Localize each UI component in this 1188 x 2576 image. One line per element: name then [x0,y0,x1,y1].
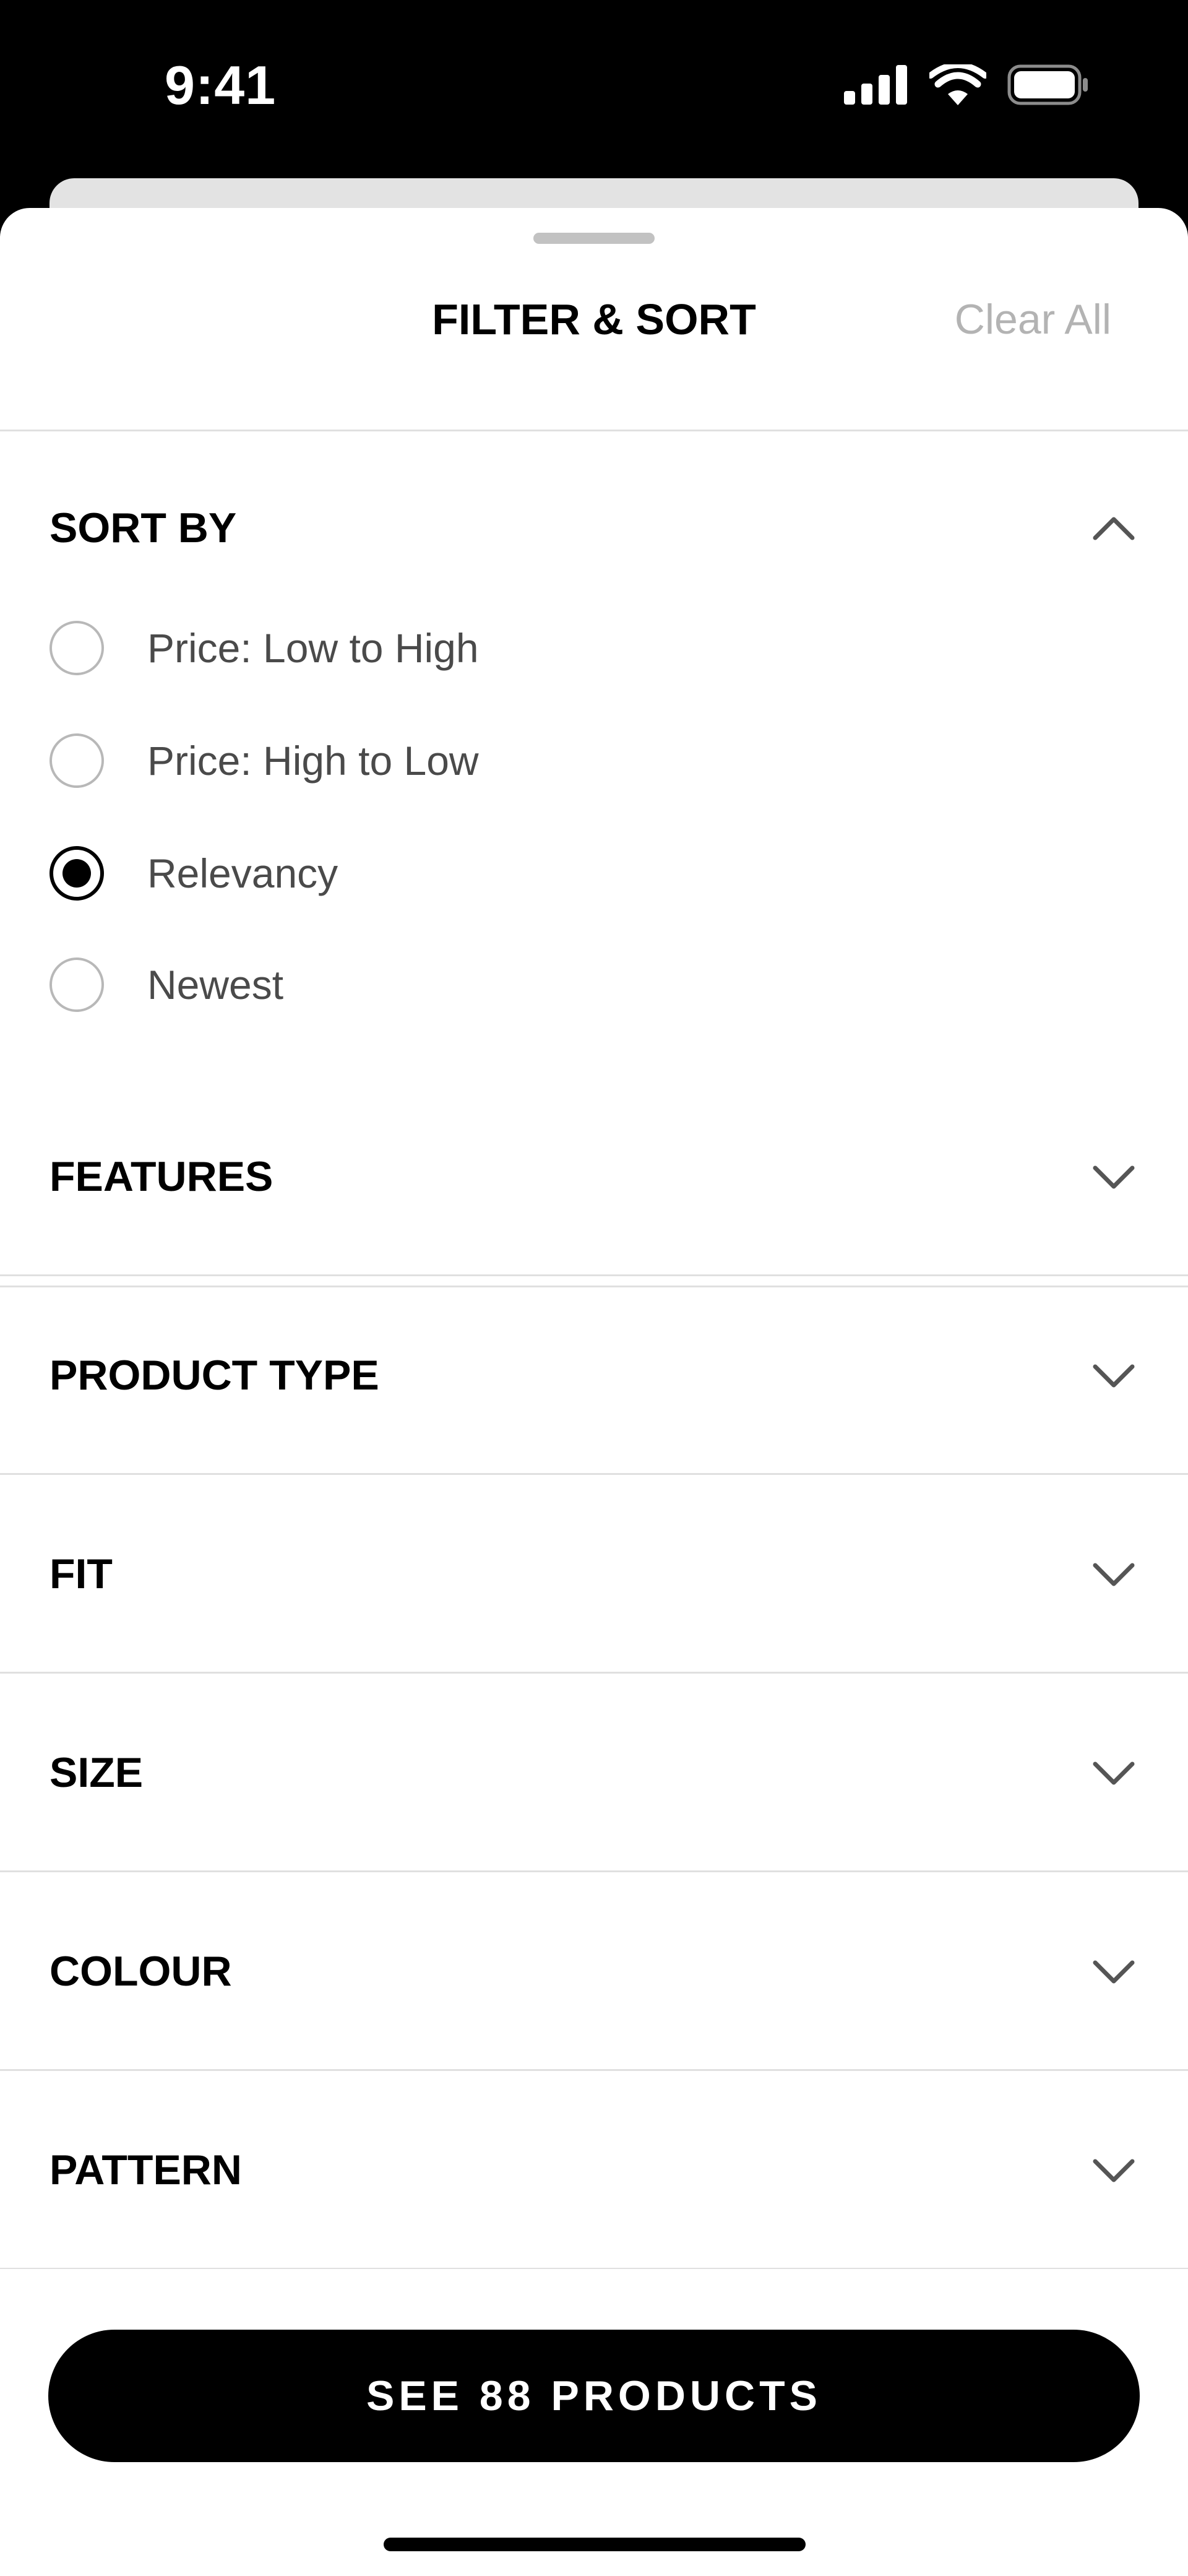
see-products-button[interactable]: SEE 88 PRODUCTS [48,2330,1140,2462]
clear-all-button[interactable]: Clear All [955,288,1111,350]
sheet-header: FILTER & SORT Clear All [0,208,1188,431]
chevron-down-icon [1093,1165,1135,1189]
status-icons [844,62,1089,108]
battery-icon [1007,64,1089,108]
radio-button[interactable] [50,621,104,675]
radio-button[interactable] [50,957,104,1012]
filter-section-size[interactable]: SIZE [0,1674,1188,1872]
sort-option-label: Price: High to Low [147,738,479,784]
radio-button[interactable] [50,733,104,788]
sort-option-label: Price: Low to High [147,625,479,671]
sort-option-newest[interactable]: Newest [50,948,792,1022]
filter-section-pattern[interactable]: PATTERN [0,2071,1188,2270]
chevron-down-icon [1093,1960,1135,1984]
sort-by-title[interactable]: SORT BY [50,497,236,559]
cellular-signal-icon [844,65,908,108]
filter-section-features[interactable]: FEATURES [0,1078,1188,1276]
filter-title: COLOUR [50,1948,232,1995]
sort-option-label: Newest [147,962,284,1008]
sort-option-relevancy[interactable]: Relevancy [50,836,792,910]
sort-option-label: Relevancy [147,850,338,896]
status-time: 9:41 [165,54,277,116]
filter-section-fit[interactable]: FIT [0,1475,1188,1674]
filter-title: SIZE [50,1749,144,1796]
chevron-down-icon [1093,1761,1135,1785]
filter-sort-sheet: FILTER & SORT Clear All SORT BY Price: L… [0,208,1188,2576]
wifi-icon [928,62,988,108]
filter-title: FIT [50,1550,113,1597]
home-indicator[interactable] [384,2538,806,2551]
sheet-footer: SEE 88 PRODUCTS [0,2269,1188,2576]
radio-dot [62,859,91,888]
sort-option-price-low-high[interactable]: Price: Low to High [50,611,792,685]
filter-title: FEATURES [50,1153,273,1200]
filter-section-colour[interactable]: COLOUR [0,1872,1188,2071]
chevron-down-icon [1093,2159,1135,2182]
chevron-down-icon [1093,1364,1135,1388]
radio-button-selected[interactable] [50,846,104,901]
sort-option-price-high-low[interactable]: Price: High to Low [50,724,792,798]
status-bar: 9:41 [0,0,1188,179]
filter-title: PRODUCT TYPE [50,1352,379,1399]
chevron-down-icon [1093,1563,1135,1586]
filter-title: PATTERN [50,2146,243,2193]
chevron-up-icon[interactable] [1089,503,1138,553]
filter-section-product-type[interactable]: PRODUCT TYPE [0,1276,1188,1475]
